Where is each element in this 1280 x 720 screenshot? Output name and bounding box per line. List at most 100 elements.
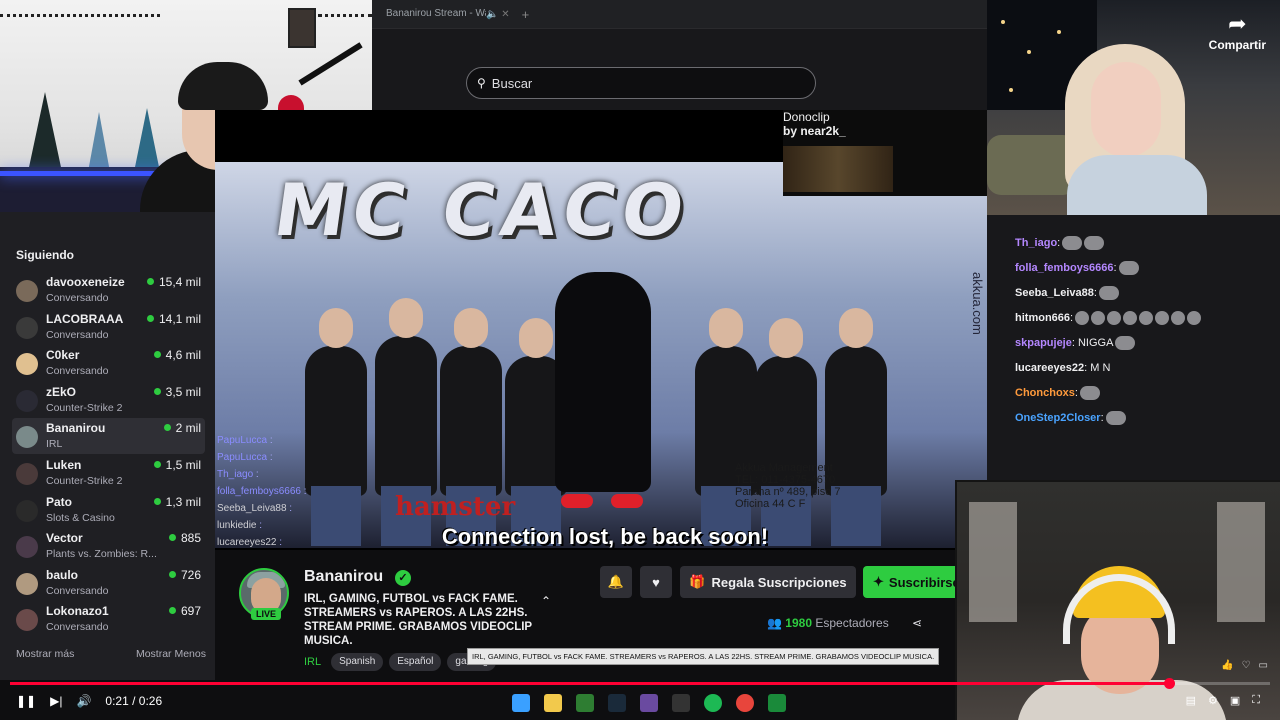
window <box>969 502 1017 622</box>
live-dot-icon <box>168 534 176 542</box>
share-icon[interactable]: ⋖ <box>912 616 922 630</box>
channel-category: Slots & Casino <box>46 511 115 524</box>
sidebar-channel[interactable]: LACOBRAAA Conversando 14,1 mil <box>12 309 205 345</box>
guest-body <box>1067 155 1207 215</box>
chat-username[interactable]: hitmon666 <box>1015 312 1070 324</box>
channel-viewers: 1,5 mil <box>153 457 201 473</box>
chevron-up-icon[interactable]: ⌃ <box>541 594 551 608</box>
sidebar-channel[interactable]: C0ker Conversando 4,6 mil <box>12 345 205 381</box>
channel-viewers: 697 <box>168 603 201 619</box>
new-tab-button[interactable]: + <box>522 7 530 22</box>
spotify-icon[interactable] <box>704 694 722 712</box>
subscribe-button[interactable]: ✦ Suscribirse <box>863 566 955 598</box>
channel-viewers: 15,4 mil <box>146 274 201 290</box>
sidebar-channel[interactable]: Vector Plants vs. Zombies: R... 885 <box>12 528 205 564</box>
folder-icon[interactable] <box>544 694 562 712</box>
show-less-link[interactable]: Mostrar Menos <box>136 648 206 660</box>
progress-knob[interactable] <box>1164 678 1176 689</box>
tag[interactable]: Español <box>389 653 442 671</box>
donoclip-name: Donoclip <box>783 110 830 124</box>
channel-name: zEkO <box>46 384 77 399</box>
sidebar-channel[interactable]: Luken Counter-Strike 2 1,5 mil <box>12 455 205 491</box>
channel-category: Conversando <box>46 584 109 597</box>
channel-name: Bananirou <box>46 421 106 436</box>
tab-audio-icon[interactable]: 🔈 ✕ <box>486 9 510 20</box>
search-input[interactable] <box>491 75 792 91</box>
chat-username[interactable]: skpapujeje <box>1015 337 1072 349</box>
show-more-link[interactable]: Mostrar más <box>16 648 74 660</box>
sidebar-channel[interactable]: zEkO Counter-Strike 2 3,5 mil <box>12 382 205 418</box>
channel-avatar <box>16 353 38 376</box>
search-box[interactable]: ⚲ <box>466 67 816 99</box>
follow-heart-button[interactable]: ♥ <box>640 566 672 598</box>
stream-title: IRL, GAMING, FUTBOL vs FACK FAME. STREAM… <box>304 593 532 647</box>
verified-icon: ✓ <box>395 570 411 586</box>
subtitles-icon[interactable]: ▤ <box>1186 694 1196 707</box>
sidebar-channel[interactable]: davooxeneize Conversando 15,4 mil <box>12 272 205 308</box>
chat-message: Th_iago: <box>1015 231 1280 256</box>
bell-icon: 🔔 <box>607 574 625 589</box>
chat-username[interactable]: lucareeyes22 <box>1015 362 1084 374</box>
sidebar-channel[interactable]: Bananirou IRL 2 mil <box>12 418 205 455</box>
browser-tab[interactable]: Bananirou Stream - Watch <box>376 0 486 28</box>
chat-username[interactable]: Th_iago <box>1015 237 1057 249</box>
share-button[interactable]: ➦ Compartir <box>1209 12 1266 54</box>
like-icon[interactable]: 👍 <box>1221 660 1233 671</box>
progress-fill <box>10 682 1170 685</box>
live-dot-icon <box>146 314 154 322</box>
chat-username[interactable]: Seeba_Leiva88 <box>1015 287 1094 299</box>
poster-title: MC CACO <box>269 168 696 252</box>
guest-face <box>1091 62 1161 157</box>
poster-brand: hamster <box>395 492 516 522</box>
wall-frame <box>288 8 316 48</box>
share-icon: ➦ <box>1228 11 1247 36</box>
channel-name[interactable]: Bananirou <box>304 568 383 586</box>
live-dot-icon <box>153 497 161 505</box>
sidebar-channel[interactable]: Lokonazo1 Conversando 697 <box>12 601 205 637</box>
channel-category: Conversando <box>46 292 109 304</box>
taskbar <box>512 694 786 712</box>
heart-icon[interactable]: ♡ <box>1242 660 1251 671</box>
chrome-icon[interactable] <box>736 694 754 712</box>
obs-icon[interactable] <box>672 694 690 712</box>
sidebar-channel[interactable]: baulo Conversando 726 <box>12 565 205 601</box>
overlay-icons: 👍 ♡ ▭ <box>1221 660 1268 671</box>
steam-icon[interactable] <box>608 694 626 712</box>
christmas-tree <box>88 112 110 172</box>
video-frame: MC CACO akkua.com Akkua Management TEL: … <box>215 162 987 549</box>
stream-info-bar: LIVE Bananirou ✓ IRL, GAMING, FUTBOL vs … <box>215 550 955 680</box>
notification-bell-button[interactable]: 🔔 <box>600 566 632 598</box>
app-icon[interactable] <box>640 694 658 712</box>
tag[interactable]: Spanish <box>331 653 384 671</box>
fullscreen-icon[interactable]: ⛶ <box>1252 694 1260 707</box>
miniplayer-icon[interactable]: ▣ <box>1230 694 1240 707</box>
gift-subs-button[interactable]: 🎁 Regala Suscripciones <box>680 566 856 598</box>
sidebar-title: Siguiendo <box>16 248 74 262</box>
dancer <box>555 272 651 508</box>
channel-name: baulo <box>46 567 78 582</box>
chat-message: Chonchoxs: <box>1015 381 1280 406</box>
video-player[interactable]: MC CACO akkua.com Akkua Management TEL: … <box>215 110 987 550</box>
channel-category: Counter-Strike 2 <box>46 475 123 487</box>
next-icon[interactable]: ▶| <box>50 694 62 708</box>
settings-icon[interactable]: ⚙ <box>1208 694 1218 707</box>
channel-viewers: 3,5 mil <box>153 384 201 400</box>
emote-icon <box>1079 386 1100 401</box>
progress-bar[interactable] <box>10 678 1270 689</box>
windows-icon[interactable] <box>512 694 530 712</box>
channel-viewers: 4,6 mil <box>153 347 201 363</box>
chat-username[interactable]: folla_femboys6666 <box>1015 262 1113 274</box>
chat-username[interactable]: OneStep2Closer <box>1015 412 1101 424</box>
garland-decoration <box>0 14 160 20</box>
category-link[interactable]: IRL <box>304 653 321 671</box>
app-icon[interactable] <box>576 694 594 712</box>
emote-icon <box>1123 311 1138 326</box>
chat-message: Seeba_Leiva88: <box>1015 281 1280 306</box>
app-icon[interactable] <box>768 694 786 712</box>
chat-text: : <box>1070 312 1074 324</box>
chat-icon[interactable]: ▭ <box>1259 660 1268 671</box>
volume-icon[interactable]: 🔊 <box>76 694 91 708</box>
pause-icon[interactable]: ❚❚ <box>16 694 36 708</box>
sidebar-channel[interactable]: Pato Slots & Casino 1,3 mil <box>12 492 205 528</box>
chat-username[interactable]: Chonchoxs <box>1015 387 1075 399</box>
